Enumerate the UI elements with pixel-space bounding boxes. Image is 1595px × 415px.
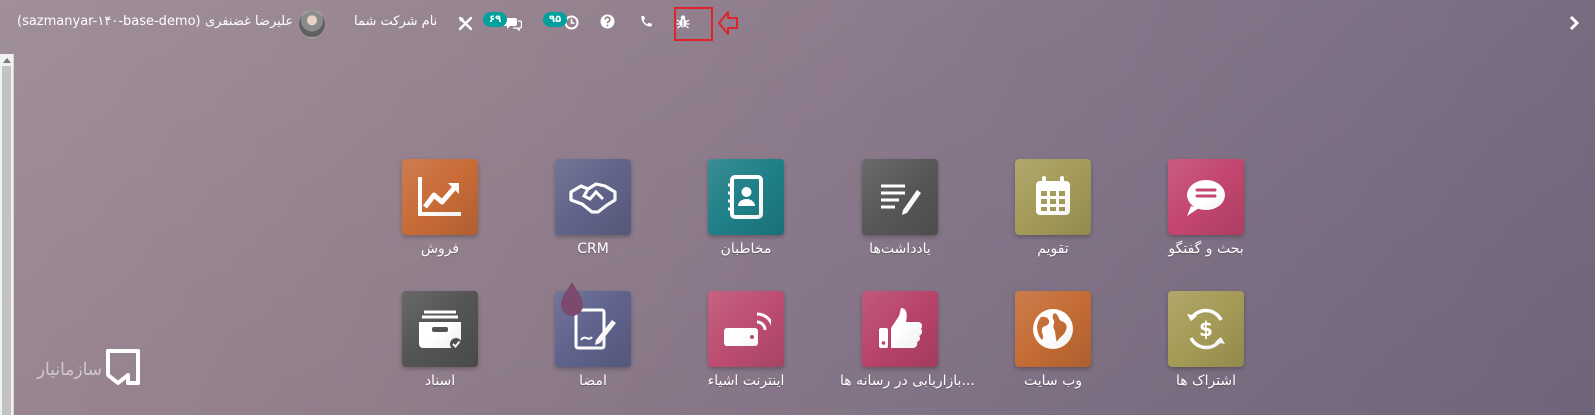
address-book-icon	[728, 175, 763, 219]
app-label: CRM	[577, 241, 609, 257]
app-discuss[interactable]: بحث و گفتگو	[1146, 159, 1266, 269]
app-tile[interactable]	[708, 159, 784, 235]
activities-badge[interactable]: ۹۵	[543, 12, 568, 27]
app-contacts[interactable]: مخاطبان	[686, 159, 806, 269]
app-website[interactable]: وب سایت	[993, 291, 1113, 401]
app-tile[interactable]	[402, 291, 478, 367]
app-label: اسناد	[424, 373, 456, 389]
app-tile[interactable]	[555, 159, 631, 235]
notes-icon	[881, 184, 921, 215]
app-tile[interactable]	[862, 291, 938, 367]
chat-bubble-icon	[1187, 180, 1225, 216]
app-crm[interactable]: CRM	[533, 159, 653, 269]
app-calendar[interactable]: تقویم	[993, 159, 1113, 269]
app-social-marketing[interactable]: بازاریابی در رسانه ها...	[840, 291, 975, 401]
app-label: اینترنت اشیاء	[707, 373, 785, 389]
app-tile[interactable]	[402, 159, 478, 235]
phone-icon[interactable]	[639, 15, 652, 29]
app-tile[interactable]	[862, 159, 938, 235]
app-iot[interactable]: اینترنت اشیاء	[686, 291, 806, 401]
app-tile[interactable]	[1168, 159, 1244, 235]
messages-badge[interactable]: ۶۹	[483, 12, 508, 27]
top-navbar: (sazmanyar-۱۴۰-base-demo) علیرضا غضنفری …	[0, 0, 1595, 46]
sales-chart-icon	[418, 177, 461, 216]
documents-icon	[419, 310, 462, 350]
app-notes[interactable]: یادداشت‌ها	[840, 159, 960, 269]
debug-highlight-box	[674, 7, 713, 41]
iot-icon	[724, 312, 771, 346]
settings-cross-icon[interactable]	[458, 16, 473, 31]
app-label: وب سایت	[1023, 373, 1083, 389]
brand-logo: سازمانیار	[22, 347, 144, 393]
app-sales[interactable]: فروش	[380, 159, 500, 269]
app-tile[interactable]	[708, 291, 784, 367]
app-tile[interactable]	[1015, 159, 1091, 235]
app-label: امضا	[579, 373, 607, 389]
red-arrow-annotation-icon	[717, 9, 739, 41]
app-label: تقویم	[1037, 241, 1069, 257]
database-name: (sazmanyar-۱۴۰-base-demo)	[17, 14, 201, 29]
user-avatar[interactable]	[298, 10, 326, 38]
scrollbar-thumb[interactable]	[2, 66, 11, 415]
svg-text:$: $	[1199, 317, 1213, 341]
app-tile[interactable]: $	[1168, 291, 1244, 367]
app-label: فروش	[420, 241, 460, 257]
app-label: یادداشت‌ها	[869, 241, 931, 257]
user-menu-name[interactable]: علیرضا غضنفری	[205, 14, 293, 29]
company-name[interactable]: نام شرکت شما	[354, 14, 437, 29]
watermark-text: سازمانیار	[36, 360, 102, 380]
app-tile[interactable]	[1015, 291, 1091, 367]
globe-icon	[1033, 309, 1073, 349]
help-icon[interactable]	[600, 14, 615, 29]
calendar-icon	[1036, 176, 1070, 215]
loading-drop-icon	[557, 280, 587, 320]
app-label: بازاریابی در رسانه ها...	[840, 373, 975, 389]
app-documents[interactable]: اسناد	[380, 291, 500, 401]
menu-chevron-icon[interactable]	[1568, 15, 1580, 35]
app-label: اشتراک ها	[1175, 373, 1237, 389]
app-subscriptions[interactable]: $ اشتراک ها	[1146, 291, 1266, 401]
scrollbar-up-arrow-icon[interactable]	[3, 58, 11, 63]
subscription-icon: $	[1187, 308, 1225, 350]
app-sign[interactable]: امضا	[533, 291, 653, 401]
app-label: مخاطبان	[720, 241, 772, 257]
app-label: بحث و گفتگو	[1168, 241, 1244, 257]
thumbs-up-icon	[879, 308, 923, 348]
handshake-icon	[569, 182, 617, 214]
